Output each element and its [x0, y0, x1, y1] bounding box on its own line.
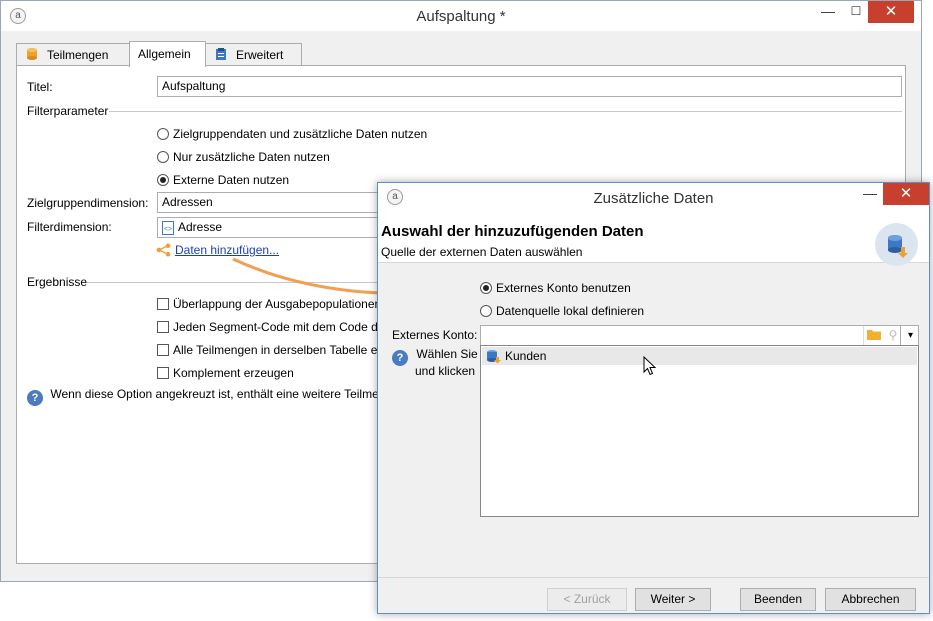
radio-externes-konto[interactable]: Externes Konto benutzen — [480, 281, 631, 295]
dialog-header-title: Auswahl der hinzuzufügenden Daten — [381, 223, 644, 240]
help-text-line2: und klicken — [415, 364, 476, 378]
folder-icon[interactable] — [863, 326, 883, 345]
list-item[interactable]: Kunden — [482, 347, 917, 365]
radio-button[interactable] — [480, 305, 492, 317]
database-icon — [487, 350, 501, 364]
account-list[interactable]: Kunden — [480, 345, 919, 517]
list-item-label: Kunden — [505, 349, 547, 363]
tab-allgemein[interactable]: Allgemein — [129, 41, 206, 67]
close-button[interactable]: ✕ — [883, 183, 929, 205]
zusaetzliche-daten-dialog: a Zusätzliche Daten — ✕ Auswahl der hinz… — [377, 182, 930, 614]
dialog-title: Zusätzliche Daten — [593, 190, 714, 207]
database-icon — [875, 223, 918, 266]
externes-konto-label: Externes Konto: — [392, 328, 478, 342]
next-button[interactable]: Weiter > — [635, 588, 711, 611]
help-text-line1: Wählen Sie d — [416, 347, 488, 361]
chevron-down-icon[interactable]: ▾ — [900, 326, 920, 345]
radio-datenquelle-lokal[interactable]: Datenquelle lokal definieren — [480, 304, 644, 318]
radio-label: Externes Konto benutzen — [496, 281, 631, 295]
radio-button-selected[interactable] — [480, 282, 492, 294]
finish-button[interactable]: Beenden — [740, 588, 816, 611]
dialog-button-row: < Zurück Weiter > Beenden Abbrechen — [378, 577, 929, 615]
mouse-cursor-icon — [643, 356, 657, 376]
cancel-button[interactable]: Abbrechen — [825, 588, 916, 611]
radio-label: Datenquelle lokal definieren — [496, 304, 645, 318]
dialog-titlebar: a Zusätzliche Daten — ✕ — [378, 183, 929, 213]
tab-label: Allgemein — [138, 47, 191, 61]
back-button[interactable]: < Zurück — [547, 588, 627, 611]
dialog-header: Auswahl der hinzuzufügenden Daten Quelle… — [378, 213, 929, 266]
externes-konto-combo[interactable]: ⚲ ▾ — [480, 325, 919, 346]
dialog-header-subtitle: Quelle der externen Daten auswählen — [381, 245, 583, 259]
help-icon: ? — [392, 350, 408, 366]
minimize-button[interactable]: — — [855, 183, 885, 205]
